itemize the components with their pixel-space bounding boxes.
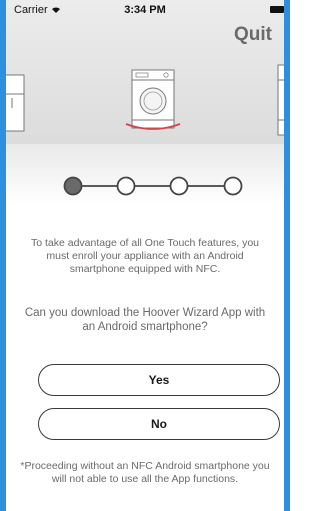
step-4-dot [223, 176, 243, 196]
selection-indicator [125, 123, 181, 130]
oven-icon[interactable] [276, 64, 290, 136]
step-2-dot [116, 176, 136, 196]
footnote-text: *Proceeding without an NFC Android smart… [20, 460, 270, 485]
battery-icon [270, 6, 284, 13]
no-button[interactable]: No [38, 408, 280, 440]
quit-button[interactable]: Quit [234, 24, 272, 46]
app-frame: Carrier 3:34 PM Quit To take advantage o… [0, 0, 290, 511]
question-text: Can you download the Hoover Wizard App w… [24, 307, 266, 333]
step-1-dot [63, 176, 83, 196]
step-progress [63, 176, 243, 196]
yes-button[interactable]: Yes [38, 364, 280, 396]
intro-text: To take advantage of all One Touch featu… [30, 237, 260, 275]
status-bar: Carrier 3:34 PM [6, 0, 284, 20]
fridge-icon[interactable] [6, 74, 26, 132]
step-3-dot [169, 176, 189, 196]
status-time: 3:34 PM [124, 4, 166, 16]
